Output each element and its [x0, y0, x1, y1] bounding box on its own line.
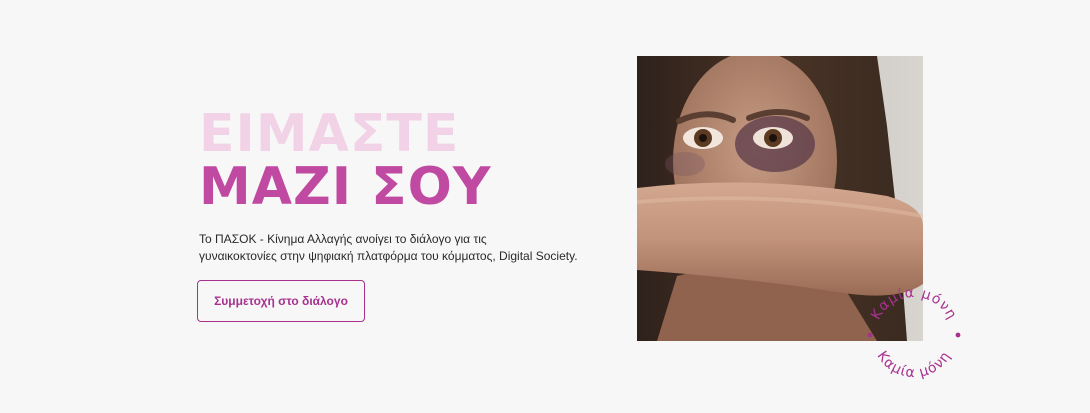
stamp-dot-left	[867, 332, 873, 338]
headline-line-1: ΕΙΜΑΣΤΕ	[199, 104, 460, 164]
svg-text:Καμία μόνη: Καμία μόνη	[874, 348, 955, 381]
join-dialogue-button[interactable]: Συμμετοχή στο διάλογο	[197, 280, 365, 322]
description-line-2: γυναικοκτονίες στην ψηφιακή πλατφόρμα το…	[199, 249, 578, 263]
hero-description: Το ΠΑΣΟΚ - Κίνημα Αλλαγής ανοίγει το διά…	[199, 231, 619, 265]
headline-line-2: ΜΑΖΙ ΣΟΥ	[199, 157, 492, 217]
kamia-moni-stamp: Καμία μόνη Καμία μόνη	[867, 285, 961, 381]
stamp-text-bottom: Καμία μόνη	[874, 348, 954, 381]
stamp-dot-right	[955, 332, 961, 338]
hero-section: ΕΙΜΑΣΤΕ ΜΑΖΙ ΣΟΥ Το ΠΑΣΟΚ - Κίνημα Αλλαγ…	[0, 0, 1090, 413]
description-line-1: Το ΠΑΣΟΚ - Κίνημα Αλλαγής ανοίγει το διά…	[199, 232, 487, 246]
hero-headline: ΕΙΜΑΣΤΕ ΜΑΖΙ ΣΟΥ	[199, 108, 492, 214]
stamp-text-top: Καμία μόνη	[868, 285, 959, 323]
svg-text:Καμία μόνη: Καμία μόνη	[868, 285, 960, 323]
